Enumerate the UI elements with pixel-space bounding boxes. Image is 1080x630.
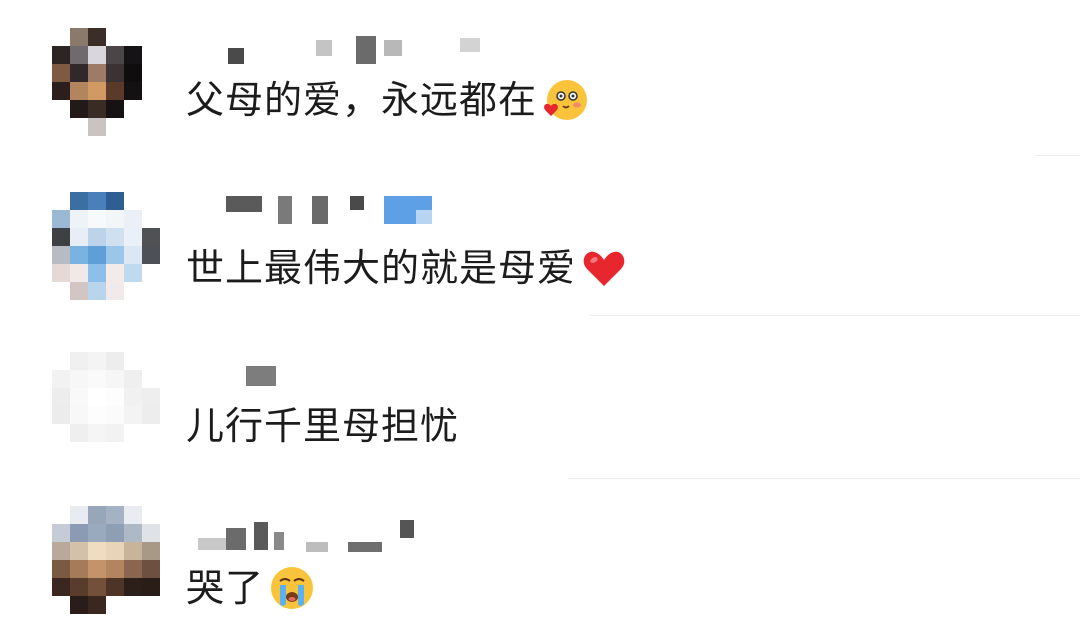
comment-text-content: 儿行千里母担忧: [186, 404, 460, 448]
comment-text: 哭了: [186, 564, 316, 612]
avatar[interactable]: [52, 352, 160, 460]
comment-text-content: 哭了: [186, 566, 265, 610]
comment-text-content: 世上最伟大的就是母爱: [186, 246, 577, 290]
comment-divider: [590, 315, 1080, 316]
crying-face-emoji-icon: [268, 564, 316, 612]
avatar[interactable]: [52, 192, 160, 300]
comment-item[interactable]: 世上最伟大的就是母爱: [0, 160, 1080, 320]
comment-divider: [1036, 155, 1080, 156]
comment-item[interactable]: 儿行千里母担忧: [0, 320, 1080, 480]
comment-text: 儿行千里母担忧: [186, 402, 459, 450]
comment-text: 父母的爱，永远都在: [186, 76, 589, 124]
username-blurred[interactable]: [188, 366, 508, 394]
username-blurred[interactable]: [188, 196, 508, 224]
username-blurred[interactable]: [188, 520, 508, 552]
username-blurred[interactable]: [188, 36, 508, 64]
blush-heart-emoji-icon: [541, 76, 589, 124]
avatar[interactable]: [52, 506, 160, 614]
red-heart-emoji-icon: [580, 244, 628, 292]
avatar[interactable]: [52, 28, 160, 136]
comment-item[interactable]: 父母的爱，永远都在: [0, 0, 1080, 160]
comment-item[interactable]: 哭了: [0, 480, 1080, 630]
comment-text-content: 父母的爱，永远都在: [186, 78, 538, 122]
comment-divider: [568, 478, 1080, 479]
comment-text: 世上最伟大的就是母爱: [186, 244, 628, 292]
